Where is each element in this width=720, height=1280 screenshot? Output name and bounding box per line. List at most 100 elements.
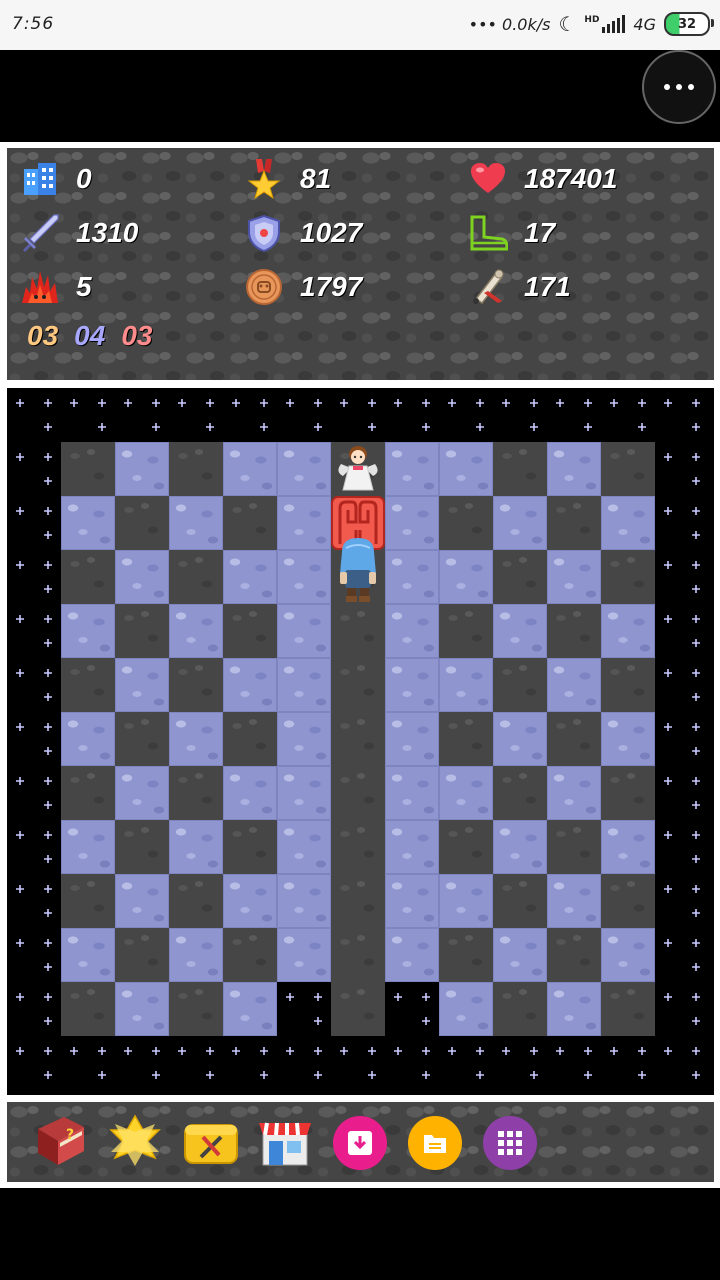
wall-tile[interactable]: [493, 712, 547, 766]
floor-tile[interactable]: [547, 496, 601, 550]
floor-tile[interactable]: [223, 928, 277, 982]
wall-tile[interactable]: [61, 604, 115, 658]
floor-tile[interactable]: [61, 874, 115, 928]
floor-tile[interactable]: [331, 604, 385, 658]
wall-tile[interactable]: [61, 820, 115, 874]
wall-tile[interactable]: [601, 820, 655, 874]
wall-tile[interactable]: [439, 982, 493, 1036]
monster-manual-button[interactable]: ?: [33, 1115, 89, 1171]
wall-tile[interactable]: [439, 874, 493, 928]
wall-tile[interactable]: [385, 496, 439, 550]
floor-tile[interactable]: [61, 658, 115, 712]
floor-tile[interactable]: [547, 712, 601, 766]
wall-tile[interactable]: [61, 712, 115, 766]
floor-tile[interactable]: [439, 928, 493, 982]
floor-tile[interactable]: [601, 982, 655, 1036]
floor-tile[interactable]: [439, 820, 493, 874]
floor-tile[interactable]: [493, 766, 547, 820]
wall-tile[interactable]: [169, 820, 223, 874]
wall-tile[interactable]: [277, 550, 331, 604]
wall-tile[interactable]: [385, 550, 439, 604]
wall-tile[interactable]: [601, 604, 655, 658]
wall-tile[interactable]: [439, 658, 493, 712]
wall-tile[interactable]: [547, 550, 601, 604]
floor-tile[interactable]: [331, 658, 385, 712]
floor-tile[interactable]: [331, 928, 385, 982]
floor-tile[interactable]: [169, 982, 223, 1036]
more-options-button[interactable]: [642, 50, 716, 124]
floor-tile[interactable]: [493, 658, 547, 712]
wall-tile[interactable]: [115, 550, 169, 604]
floor-tile[interactable]: [547, 820, 601, 874]
wall-tile[interactable]: [115, 658, 169, 712]
floor-tile[interactable]: [61, 550, 115, 604]
fly-button[interactable]: [107, 1113, 163, 1171]
wall-tile[interactable]: [385, 658, 439, 712]
floor-tile[interactable]: [547, 604, 601, 658]
wall-tile[interactable]: [115, 874, 169, 928]
floor-tile[interactable]: [493, 550, 547, 604]
toolbox-button[interactable]: [183, 1115, 239, 1171]
floor-tile[interactable]: [601, 658, 655, 712]
wall-tile[interactable]: [601, 496, 655, 550]
wall-tile[interactable]: [169, 496, 223, 550]
floor-tile[interactable]: [601, 874, 655, 928]
wall-tile[interactable]: [223, 874, 277, 928]
wall-tile[interactable]: [169, 604, 223, 658]
wall-tile[interactable]: [385, 928, 439, 982]
wall-tile[interactable]: [601, 928, 655, 982]
wall-tile[interactable]: [277, 766, 331, 820]
wall-tile[interactable]: [223, 766, 277, 820]
wall-tile[interactable]: [439, 442, 493, 496]
wall-tile[interactable]: [277, 928, 331, 982]
floor-tile[interactable]: [493, 874, 547, 928]
wall-tile[interactable]: [277, 874, 331, 928]
wall-tile[interactable]: [277, 712, 331, 766]
floor-tile[interactable]: [331, 874, 385, 928]
floor-tile[interactable]: [169, 442, 223, 496]
wall-tile[interactable]: [439, 766, 493, 820]
fairy-npc[interactable]: [331, 442, 385, 496]
wall-tile[interactable]: [61, 928, 115, 982]
floor-tile[interactable]: [223, 496, 277, 550]
floor-tile[interactable]: [331, 766, 385, 820]
wall-tile[interactable]: [439, 550, 493, 604]
floor-tile[interactable]: [439, 496, 493, 550]
wall-tile[interactable]: [493, 820, 547, 874]
wall-tile[interactable]: [169, 928, 223, 982]
floor-tile[interactable]: [331, 712, 385, 766]
floor-tile[interactable]: [223, 820, 277, 874]
wall-tile[interactable]: [547, 982, 601, 1036]
wall-tile[interactable]: [223, 442, 277, 496]
menu-button[interactable]: [482, 1115, 538, 1171]
floor-tile[interactable]: [169, 550, 223, 604]
wall-tile[interactable]: [277, 442, 331, 496]
wall-tile[interactable]: [547, 766, 601, 820]
wall-tile[interactable]: [277, 604, 331, 658]
floor-tile[interactable]: [439, 712, 493, 766]
floor-tile[interactable]: [115, 712, 169, 766]
wall-tile[interactable]: [223, 658, 277, 712]
floor-tile[interactable]: [493, 982, 547, 1036]
wall-tile[interactable]: [493, 928, 547, 982]
floor-tile[interactable]: [115, 604, 169, 658]
floor-tile[interactable]: [601, 766, 655, 820]
wall-tile[interactable]: [601, 712, 655, 766]
floor-tile[interactable]: [601, 550, 655, 604]
floor-tile[interactable]: [61, 442, 115, 496]
floor-tile[interactable]: [115, 928, 169, 982]
floor-tile[interactable]: [439, 604, 493, 658]
floor-tile[interactable]: [601, 442, 655, 496]
floor-tile[interactable]: [331, 820, 385, 874]
wall-tile[interactable]: [223, 982, 277, 1036]
floor-tile[interactable]: [61, 982, 115, 1036]
hero-character[interactable]: [331, 538, 385, 604]
load-button[interactable]: [407, 1115, 463, 1171]
floor-tile[interactable]: [493, 442, 547, 496]
wall-tile[interactable]: [547, 658, 601, 712]
save-button[interactable]: [332, 1115, 388, 1171]
wall-tile[interactable]: [385, 442, 439, 496]
floor-tile[interactable]: [115, 820, 169, 874]
wall-tile[interactable]: [385, 766, 439, 820]
game-map[interactable]: [7, 388, 714, 1095]
